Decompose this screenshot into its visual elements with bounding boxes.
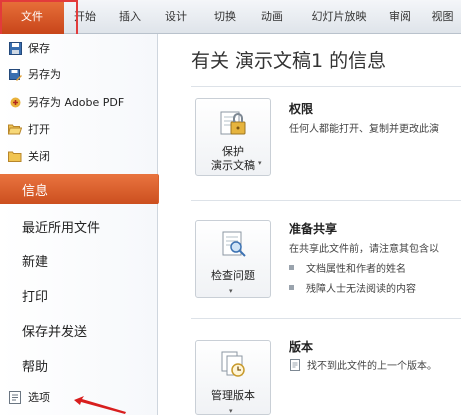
versions-desc-row: 找不到此文件的上一个版本。 — [289, 357, 437, 372]
list-item: 文档属性和作者的姓名 — [289, 260, 406, 275]
manage-versions-label: 管理版本 — [211, 389, 255, 402]
chevron-down-icon: ▾ — [258, 159, 262, 167]
menu-save-send[interactable]: 保存并发送 — [0, 313, 158, 347]
versions-desc: 找不到此文件的上一个版本。 — [307, 361, 437, 372]
tab-slideshow[interactable]: 幻灯片放映 — [300, 0, 378, 34]
chevron-down-icon: ▾ — [229, 287, 233, 295]
menu-help[interactable]: 帮助 — [0, 348, 158, 382]
menu-save-label: 保存 — [28, 42, 50, 55]
backstage-sidebar: 保存 另存为 另存为 Adobe PDF 打开 关闭 信息 最近所用文件 新建 … — [0, 34, 168, 415]
ribbon-tab-bar: 文件 开始 插入 设计 切换 动画 幻灯片放映 审阅 视图 — [0, 0, 461, 34]
tab-file[interactable]: 文件 — [0, 0, 64, 34]
list-item: 残障人士无法阅读的内容 — [289, 280, 416, 295]
options-icon — [8, 390, 22, 404]
menu-info-selected[interactable]: 信息 — [0, 174, 168, 204]
tab-transitions[interactable]: 切换 — [205, 0, 245, 34]
tab-animations[interactable]: 动画 — [252, 0, 292, 34]
divider — [191, 86, 461, 87]
versions-icon — [221, 351, 245, 377]
menu-save-as[interactable]: 另存为 — [0, 62, 158, 86]
permissions-desc: 任何人都能打开、复制并更改此演 — [289, 124, 439, 135]
menu-new[interactable]: 新建 — [0, 243, 158, 277]
menu-close[interactable]: 关闭 — [0, 144, 158, 168]
bullet-text: 残障人士无法阅读的内容 — [306, 284, 416, 295]
protect-presentation-button[interactable]: 保护 演示文稿 ▾ — [195, 98, 271, 176]
save-icon — [8, 41, 22, 55]
annotation-arrow-icon — [74, 396, 126, 414]
menu-save-as-label: 另存为 — [28, 68, 61, 81]
lock-icon — [220, 111, 246, 135]
menu-close-label: 关闭 — [28, 150, 50, 163]
check-issues-label: 检查问题 — [211, 269, 255, 282]
menu-print[interactable]: 打印 — [0, 278, 158, 312]
bullet-icon — [289, 285, 294, 290]
menu-open[interactable]: 打开 — [0, 117, 158, 141]
divider — [191, 200, 461, 201]
bullet-text: 文档属性和作者的姓名 — [306, 264, 406, 275]
page-title: 有关 演示文稿1 的信息 — [191, 50, 387, 72]
pdf-icon — [8, 95, 22, 109]
chevron-down-icon: ▾ — [229, 407, 233, 415]
tab-design[interactable]: 设计 — [156, 0, 196, 34]
menu-save-as-pdf[interactable]: 另存为 Adobe PDF — [0, 90, 158, 114]
divider — [191, 318, 461, 319]
close-folder-icon — [8, 149, 22, 163]
document-icon — [290, 358, 300, 371]
prepare-share-title: 准备共享 — [289, 222, 338, 236]
permissions-title: 权限 — [289, 102, 314, 116]
check-issues-button[interactable]: 检查问题 ▾ — [195, 220, 271, 298]
menu-save[interactable]: 保存 — [0, 36, 158, 60]
tab-home[interactable]: 开始 — [64, 0, 106, 34]
menu-recent[interactable]: 最近所用文件 — [0, 209, 158, 243]
inspect-icon — [222, 231, 246, 257]
tab-insert[interactable]: 插入 — [110, 0, 150, 34]
save-as-icon — [8, 67, 22, 81]
versions-title: 版本 — [289, 340, 314, 354]
tab-review[interactable]: 审阅 — [382, 0, 418, 34]
manage-versions-button[interactable]: 管理版本 ▾ — [195, 340, 271, 415]
open-folder-icon — [8, 122, 22, 136]
menu-save-as-pdf-label: 另存为 Adobe PDF — [28, 96, 125, 109]
info-panel: 有关 演示文稿1 的信息 保护 演示文稿 ▾ 权限 任何人都能打开、复制并更改此… — [159, 34, 461, 415]
bullet-icon — [289, 265, 294, 270]
tab-view[interactable]: 视图 — [424, 0, 461, 34]
prepare-share-desc: 在共享此文件前，请注意其包含以 — [289, 244, 439, 255]
menu-options-label: 选项 — [28, 391, 50, 404]
menu-open-label: 打开 — [28, 123, 50, 136]
